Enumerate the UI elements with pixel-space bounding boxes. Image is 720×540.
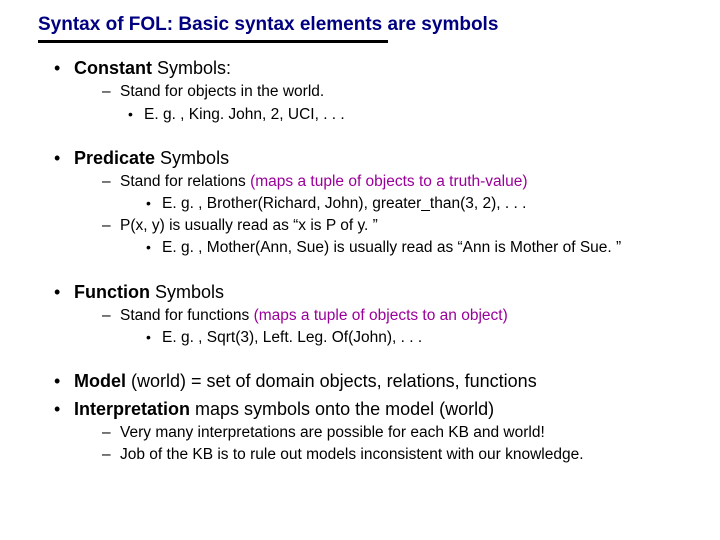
slide-title: Syntax of FOL: Basic syntax elements are… <box>38 14 690 36</box>
model-rest: (world) = set of domain objects, relatio… <box>126 371 537 391</box>
predicate-eg2: E. g. , Mother(Ann, Sue) is usually read… <box>146 238 690 258</box>
interp-rest: maps symbols onto the model (world) <box>190 399 494 419</box>
interp-note1: Very many interpretations are possible f… <box>102 423 690 443</box>
predicate-px: P(x, y) is usually read as “x is P of y.… <box>102 216 690 258</box>
constant-eg: E. g. , King. John, 2, UCI, . . . <box>128 105 690 125</box>
slide: Syntax of FOL: Basic syntax elements are… <box>0 0 720 479</box>
constant-head-rest: Symbols: <box>152 58 231 78</box>
predicate-section: Predicate Symbols Stand for relations (m… <box>54 147 690 259</box>
interpretation-line: Interpretation maps symbols onto the mod… <box>54 398 690 466</box>
function-head-bold: Function <box>74 282 150 302</box>
predicate-head-bold: Predicate <box>74 148 155 168</box>
title-underline <box>38 40 388 43</box>
function-head-rest: Symbols <box>150 282 224 302</box>
function-eg: E. g. , Sqrt(3), Left. Leg. Of(John), . … <box>146 328 690 348</box>
content-list: Constant Symbols: Stand for objects in t… <box>30 57 690 465</box>
constant-section: Constant Symbols: Stand for objects in t… <box>54 57 690 125</box>
predicate-eg1: E. g. , Brother(Richard, John), greater_… <box>146 194 690 214</box>
predicate-head-rest: Symbols <box>155 148 229 168</box>
predicate-stand-pre: Stand for relations <box>120 173 250 190</box>
interp-note2: Job of the KB is to rule out models inco… <box>102 445 690 465</box>
constant-head-bold: Constant <box>74 58 152 78</box>
interp-bold: Interpretation <box>74 399 190 419</box>
function-section: Function Symbols Stand for functions (ma… <box>54 281 690 349</box>
predicate-stand-hl: (maps a tuple of objects to a truth-valu… <box>250 173 527 190</box>
predicate-stand: Stand for relations (maps a tuple of obj… <box>102 172 690 214</box>
function-stand-hl: (maps a tuple of objects to an object) <box>254 307 508 324</box>
model-bold: Model <box>74 371 126 391</box>
constant-stand: Stand for objects in the world. <box>102 82 690 102</box>
function-stand-pre: Stand for functions <box>120 307 254 324</box>
model-line: Model (world) = set of domain objects, r… <box>54 370 690 393</box>
function-stand: Stand for functions (maps a tuple of obj… <box>102 306 690 348</box>
